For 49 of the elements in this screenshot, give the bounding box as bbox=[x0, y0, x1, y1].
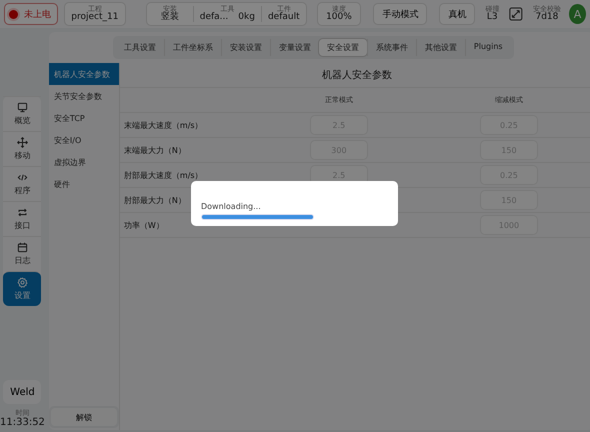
clock-time: 11:33:52 bbox=[0, 417, 45, 428]
install-group-value: defa... bbox=[200, 12, 228, 22]
calendar-icon bbox=[16, 242, 28, 253]
nav-item[interactable]: 概览 bbox=[3, 96, 42, 131]
unlock-button[interactable]: 解锁 bbox=[50, 408, 117, 426]
swap-arrows-icon bbox=[16, 207, 28, 218]
move-icon bbox=[16, 137, 28, 148]
machine-button[interactable]: 真机 bbox=[439, 3, 476, 25]
sub-menu-item[interactable]: 虚拟边界 bbox=[48, 151, 119, 173]
panel-title: 机器人安全参数 bbox=[322, 68, 392, 82]
settings-tab[interactable]: 系统事件 bbox=[366, 39, 416, 56]
nav-item[interactable]: 程序 bbox=[3, 166, 42, 201]
parameter-label: 末端最大力（N） bbox=[122, 144, 187, 156]
safety-check-value: 7d18 bbox=[535, 12, 558, 22]
sub-menu-item[interactable]: 机器人安全参数 bbox=[48, 63, 119, 85]
power-status-button[interactable]: 未上电 bbox=[4, 3, 58, 25]
parameter-label: 末端最大速度（m/s） bbox=[122, 120, 204, 130]
parameter-label: 肘部最大速度（m/s） bbox=[122, 170, 204, 180]
settings-tab[interactable]: 安全设置 bbox=[318, 39, 367, 56]
settings-tab[interactable]: Plugins bbox=[464, 39, 511, 56]
install-group-value: default bbox=[268, 12, 300, 22]
expand-icon[interactable] bbox=[509, 6, 523, 22]
sub-menu-item[interactable]: 安全I/O bbox=[48, 129, 119, 151]
code-icon bbox=[16, 172, 28, 183]
mode-button[interactable]: 手动模式 bbox=[373, 3, 428, 25]
power-status-label: 未上电 bbox=[24, 8, 51, 20]
speed-value: 100% bbox=[326, 12, 352, 22]
settings-tab[interactable]: 安装设置 bbox=[220, 39, 270, 56]
project-value: project_11 bbox=[71, 12, 118, 22]
nav-item[interactable]: 设置 bbox=[3, 271, 42, 306]
download-message: Downloading... bbox=[201, 202, 262, 211]
collision-value: L3 bbox=[486, 12, 498, 22]
tool-weight: 0kg bbox=[238, 12, 255, 22]
monitor-icon bbox=[16, 102, 28, 113]
sub-menu-item[interactable]: 硬件 bbox=[48, 173, 119, 195]
user-avatar[interactable]: A bbox=[568, 4, 586, 24]
weld-button[interactable]: Weld bbox=[3, 380, 42, 404]
install-group-value: 竖装 bbox=[160, 12, 179, 22]
parameter-label: 功率（W） bbox=[122, 220, 165, 230]
power-indicator-icon bbox=[9, 10, 18, 18]
parameter-label: 肘部最大力（N） bbox=[122, 194, 187, 206]
nav-item[interactable]: 移动 bbox=[3, 131, 42, 166]
nav-item[interactable]: 接口 bbox=[3, 201, 42, 236]
settings-icon bbox=[16, 277, 28, 288]
sub-menu-item[interactable]: 关节安全参数 bbox=[48, 85, 119, 107]
settings-tab[interactable]: 工件坐标系 bbox=[164, 39, 221, 56]
settings-tab[interactable]: 工具设置 bbox=[116, 39, 164, 56]
settings-tab[interactable]: 其他设置 bbox=[416, 39, 465, 56]
sub-menu-item[interactable]: 安全TCP bbox=[48, 107, 119, 129]
